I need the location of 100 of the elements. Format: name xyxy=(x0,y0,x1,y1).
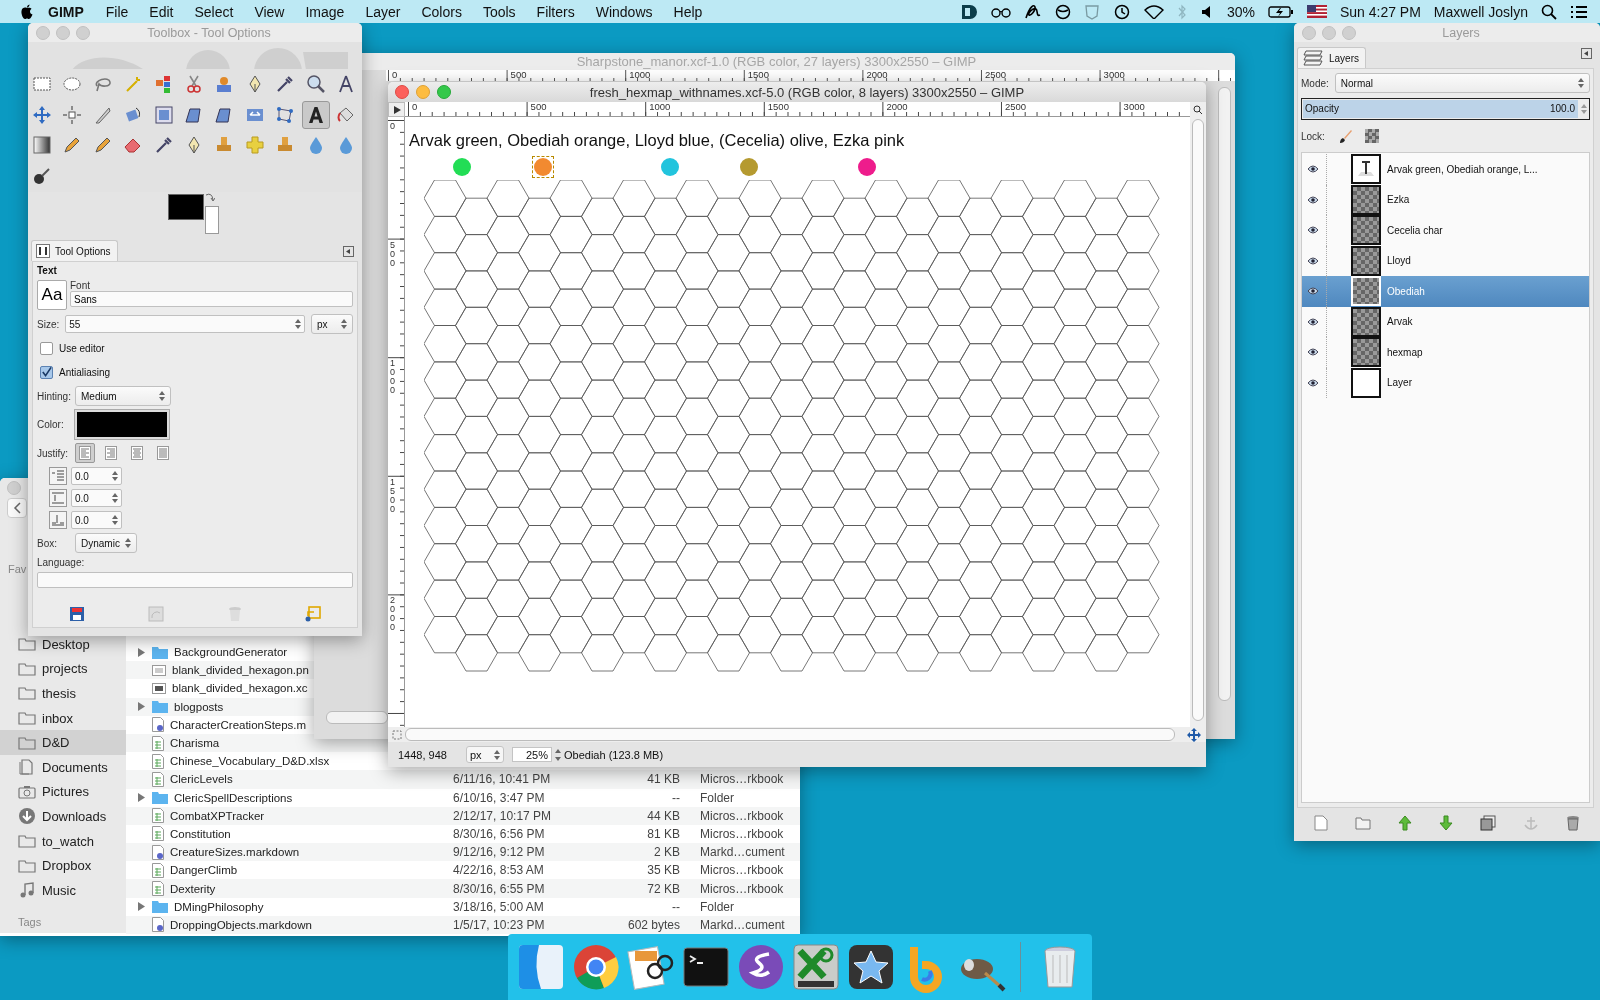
menu-item[interactable]: Layer xyxy=(365,3,401,20)
ruler-label: 1000 xyxy=(628,70,651,80)
file-name: blank_divided_hexagon.xc xyxy=(172,682,309,695)
file-name: blank_divided_hexagon.pn xyxy=(172,664,310,677)
spacing-field[interactable]: 0.0 xyxy=(71,511,122,529)
file-name: BackgroundGenerator xyxy=(174,646,289,659)
file-row[interactable]: Chinese_Vocabulary_D&D.xlsx xyxy=(126,752,388,771)
menu-item[interactable]: Edit xyxy=(149,3,174,20)
file-date: 1/5/17, 10:23 PM xyxy=(453,917,546,932)
layer-row[interactable]: hexmap xyxy=(1302,337,1589,368)
file-row[interactable]: Constitution 8/30/16, 6:56 PM 81 KB Micros…rkbook xyxy=(126,824,800,844)
menu-item[interactable]: File xyxy=(105,3,129,20)
sidebar-item[interactable]: Documents xyxy=(0,754,126,780)
menu-item[interactable]: Help xyxy=(673,3,703,20)
image-canvas[interactable]: Arvak green, Obediah orange, Lloyd blue, (Cecelia) olive, Ezka pink xyxy=(405,117,1190,727)
file-kind: Micros…rkbook xyxy=(700,826,785,841)
ruler-label: 500 xyxy=(509,70,527,80)
file-row[interactable]: Dexterity 8/30/16, 6:55 PM 72 KB Micros…rkbook xyxy=(126,879,800,898)
unit-dropdown[interactable]: px xyxy=(466,746,504,763)
file-size: 81 KB xyxy=(646,826,680,841)
menu-item[interactable]: View xyxy=(254,3,285,20)
sidebar-item[interactable]: inbox xyxy=(0,705,126,731)
layer-row[interactable]: Lloyd xyxy=(1302,245,1589,276)
field-label: Mode: xyxy=(1301,77,1329,89)
file-date: 8/30/16, 6:56 PM xyxy=(453,826,546,841)
file-size: -- xyxy=(671,790,680,805)
menu-item[interactable]: Colors xyxy=(421,3,462,20)
menu-item[interactable]: Select xyxy=(194,3,234,20)
file-name: Charisma xyxy=(170,737,221,750)
unit-dropdown[interactable]: px xyxy=(311,314,353,334)
sidebar-item[interactable]: thesis xyxy=(0,681,126,706)
hinting-dropdown[interactable]: Medium xyxy=(75,386,171,406)
file-kind: Micros…rkbook xyxy=(700,881,785,896)
app-menu[interactable]: GIMP xyxy=(48,3,84,20)
field-label: Hinting: xyxy=(37,390,69,402)
ruler-label: 500 xyxy=(529,102,547,112)
file-row[interactable]: ClericLevels 6/11/16, 10:41 PM 41 KB Micros…rkbook xyxy=(126,770,800,789)
file-date: 3/18/16, 5:00 AM xyxy=(453,899,545,914)
file-date: 2/12/17, 10:17 PM xyxy=(453,808,553,823)
menu-item[interactable]: Filters xyxy=(536,3,575,20)
file-kind: Folder xyxy=(700,790,735,805)
menu-item[interactable]: Tools xyxy=(482,3,516,20)
layer-row[interactable]: Arvak green, Obediah orange, L... xyxy=(1302,154,1589,185)
sidebar-item[interactable]: Dropbox xyxy=(0,853,126,878)
tab[interactable]: Tool Options xyxy=(31,240,118,261)
user-name[interactable]: Maxwell Joslyn xyxy=(1433,3,1528,20)
box-dropdown[interactable]: Dynamic xyxy=(75,533,137,553)
clock-text[interactable]: Sun 4:27 PM xyxy=(1339,3,1421,20)
slider-label: Opacity xyxy=(1305,103,1339,114)
opacity-slider[interactable]: Opacity 100.0 xyxy=(1301,98,1590,120)
sidebar-item[interactable]: to_watch xyxy=(0,828,126,854)
field-label: Size: xyxy=(37,318,60,330)
file-name: CreatureSizes.markdown xyxy=(170,846,301,859)
spacing-field[interactable]: 0.0 xyxy=(71,489,122,507)
layer-name: Arvak xyxy=(1387,316,1413,328)
file-row[interactable]: DroppingObjects.markdown 1/5/17, 10:23 PM 602 bytes Markd…cument xyxy=(126,915,800,934)
zoom-field[interactable]: 25% xyxy=(512,747,552,762)
file-row[interactable]: CreatureSizes.markdown 9/12/16, 9:12 PM 2 KB Markd…cument xyxy=(126,843,800,862)
file-date: 9/12/16, 9:12 PM xyxy=(453,845,546,860)
ruler-label: 3000 xyxy=(1102,70,1125,80)
font-field[interactable]: Sans xyxy=(70,291,353,307)
ruler-label: 2000 xyxy=(865,70,888,80)
section-title: Text xyxy=(37,265,58,276)
ruler-label: 1500 xyxy=(746,70,769,80)
layer-row[interactable]: Layer xyxy=(1302,367,1589,398)
spacing-field[interactable]: 0.0 xyxy=(71,467,122,485)
file-size: 41 KB xyxy=(646,772,680,787)
sidebar-item[interactable]: D&D xyxy=(0,730,126,755)
sidebar-item[interactable]: projects xyxy=(0,656,126,682)
file-row[interactable]: blogposts xyxy=(126,697,314,716)
file-row[interactable]: blank_divided_hexagon.xc xyxy=(126,679,314,698)
menu-item[interactable]: Windows xyxy=(595,3,653,20)
layer-row[interactable]: Cecelia char xyxy=(1302,215,1589,246)
layer-row[interactable]: Arvak xyxy=(1302,306,1589,337)
file-row[interactable]: Charisma xyxy=(126,733,388,753)
window-title: Toolbox - Tool Options xyxy=(146,25,272,40)
file-row[interactable]: ClericSpellDescriptions 6/10/16, 3:47 PM -- Folder xyxy=(126,788,800,807)
file-row[interactable]: CombatXPTracker 2/12/17, 10:17 PM 44 KB Micros…rkbook xyxy=(126,806,800,825)
file-row[interactable]: blank_divided_hexagon.pn xyxy=(126,661,314,680)
ruler-label: 2500 xyxy=(1004,102,1027,112)
mode-dropdown[interactable]: Normal xyxy=(1334,73,1590,93)
sidebar-item[interactable]: Music xyxy=(0,877,126,903)
file-row[interactable]: DMingPhilosophy 3/18/16, 5:00 AM -- Folder xyxy=(126,897,800,916)
file-row[interactable]: BackgroundGenerator xyxy=(126,643,314,662)
file-row[interactable]: DangerClimb 4/22/16, 8:53 AM 35 KB Micros…rkbook xyxy=(126,861,800,880)
canvas-text: Arvak green, Obediah orange, Lloyd blue, (Cecelia) olive, Ezka pink xyxy=(409,131,905,150)
sidebar-item[interactable]: Downloads xyxy=(0,804,126,829)
file-size: 44 KB xyxy=(646,808,680,823)
sidebar-item[interactable]: Desktop xyxy=(0,632,126,657)
sidebar-item[interactable]: Pictures xyxy=(0,779,126,805)
file-name: Dexterity xyxy=(170,882,217,895)
size-field[interactable]: 55 xyxy=(65,315,305,333)
font-preview-button[interactable]: Aa xyxy=(37,280,67,310)
file-size: -- xyxy=(671,899,680,914)
menu-item[interactable]: Image xyxy=(305,3,345,20)
layer-row[interactable]: Ezka xyxy=(1302,184,1589,215)
checkbox-label: Antialiasing xyxy=(59,366,111,378)
file-row[interactable]: CharacterCreationSteps.m xyxy=(126,715,314,734)
tab[interactable]: Layers xyxy=(1297,47,1366,68)
layer-name: Cecelia char xyxy=(1387,224,1443,236)
